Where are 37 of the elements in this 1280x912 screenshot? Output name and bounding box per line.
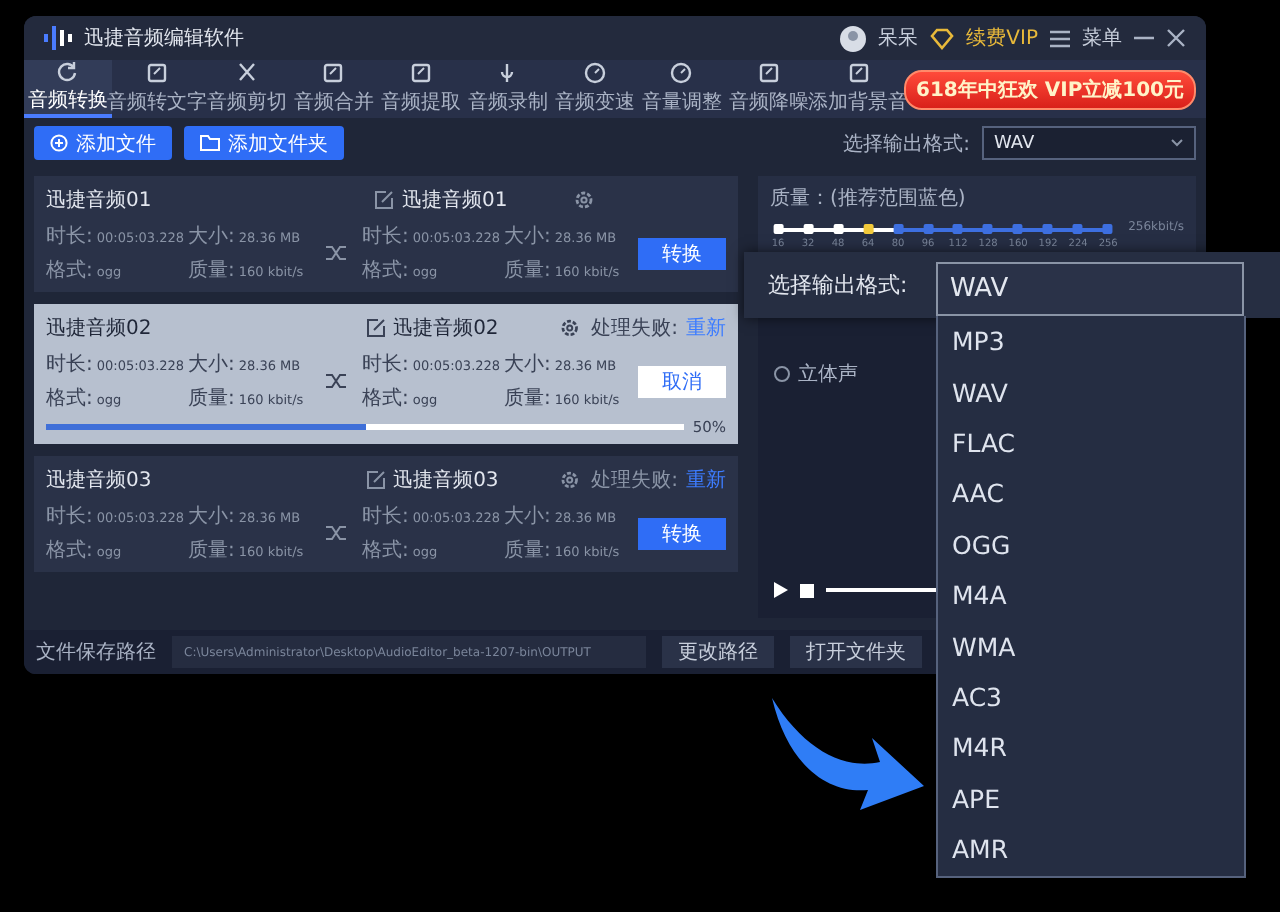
info-label: 时长: bbox=[362, 503, 409, 530]
status-text: 处理失败: bbox=[591, 467, 678, 494]
info-label: 格式: bbox=[362, 537, 409, 564]
info-label: 质量: bbox=[504, 257, 551, 284]
info-label: 格式: bbox=[362, 257, 409, 284]
info-label: 大小: bbox=[504, 223, 551, 250]
info-label: 质量: bbox=[504, 537, 551, 564]
info-label: 大小: bbox=[504, 503, 551, 530]
quality-label: 质量：(推荐范围蓝色) bbox=[770, 185, 968, 212]
save-path-label: 文件保存路径 bbox=[36, 639, 156, 666]
info-label: 格式: bbox=[362, 385, 409, 412]
info-label: 大小: bbox=[188, 223, 235, 250]
info-label: 时长: bbox=[362, 223, 409, 250]
info-label: 质量: bbox=[504, 385, 551, 412]
file-name: 迅捷音频02 bbox=[46, 315, 154, 342]
format-label: 选择输出格式: bbox=[768, 270, 908, 300]
info-label: 大小: bbox=[188, 503, 235, 530]
info-label: 质量: bbox=[188, 257, 235, 284]
info-label: 格式: bbox=[46, 257, 93, 284]
info-label: 格式: bbox=[46, 385, 93, 412]
info-label: 时长: bbox=[46, 503, 93, 530]
info-label: 大小: bbox=[188, 351, 235, 378]
info-label: 时长: bbox=[362, 351, 409, 378]
info-label: 质量: bbox=[188, 385, 235, 412]
output-name: 迅捷音频03 bbox=[393, 467, 499, 494]
output-name: 迅捷音频02 bbox=[393, 315, 499, 342]
file-name: 迅捷音频01 bbox=[46, 187, 154, 214]
file-name: 迅捷音频03 bbox=[46, 467, 154, 494]
format-label: 选择输出格式: bbox=[843, 131, 970, 157]
info-label: 大小: bbox=[504, 351, 551, 378]
info-label: 质量: bbox=[188, 537, 235, 564]
info-label: 时长: bbox=[46, 351, 93, 378]
output-name: 迅捷音频01 bbox=[402, 187, 508, 214]
status-text: 处理失败: bbox=[591, 315, 678, 342]
info-label: 时长: bbox=[46, 223, 93, 250]
info-label: 格式: bbox=[46, 537, 93, 564]
window-title: 迅捷音频编辑软件 bbox=[84, 25, 244, 52]
